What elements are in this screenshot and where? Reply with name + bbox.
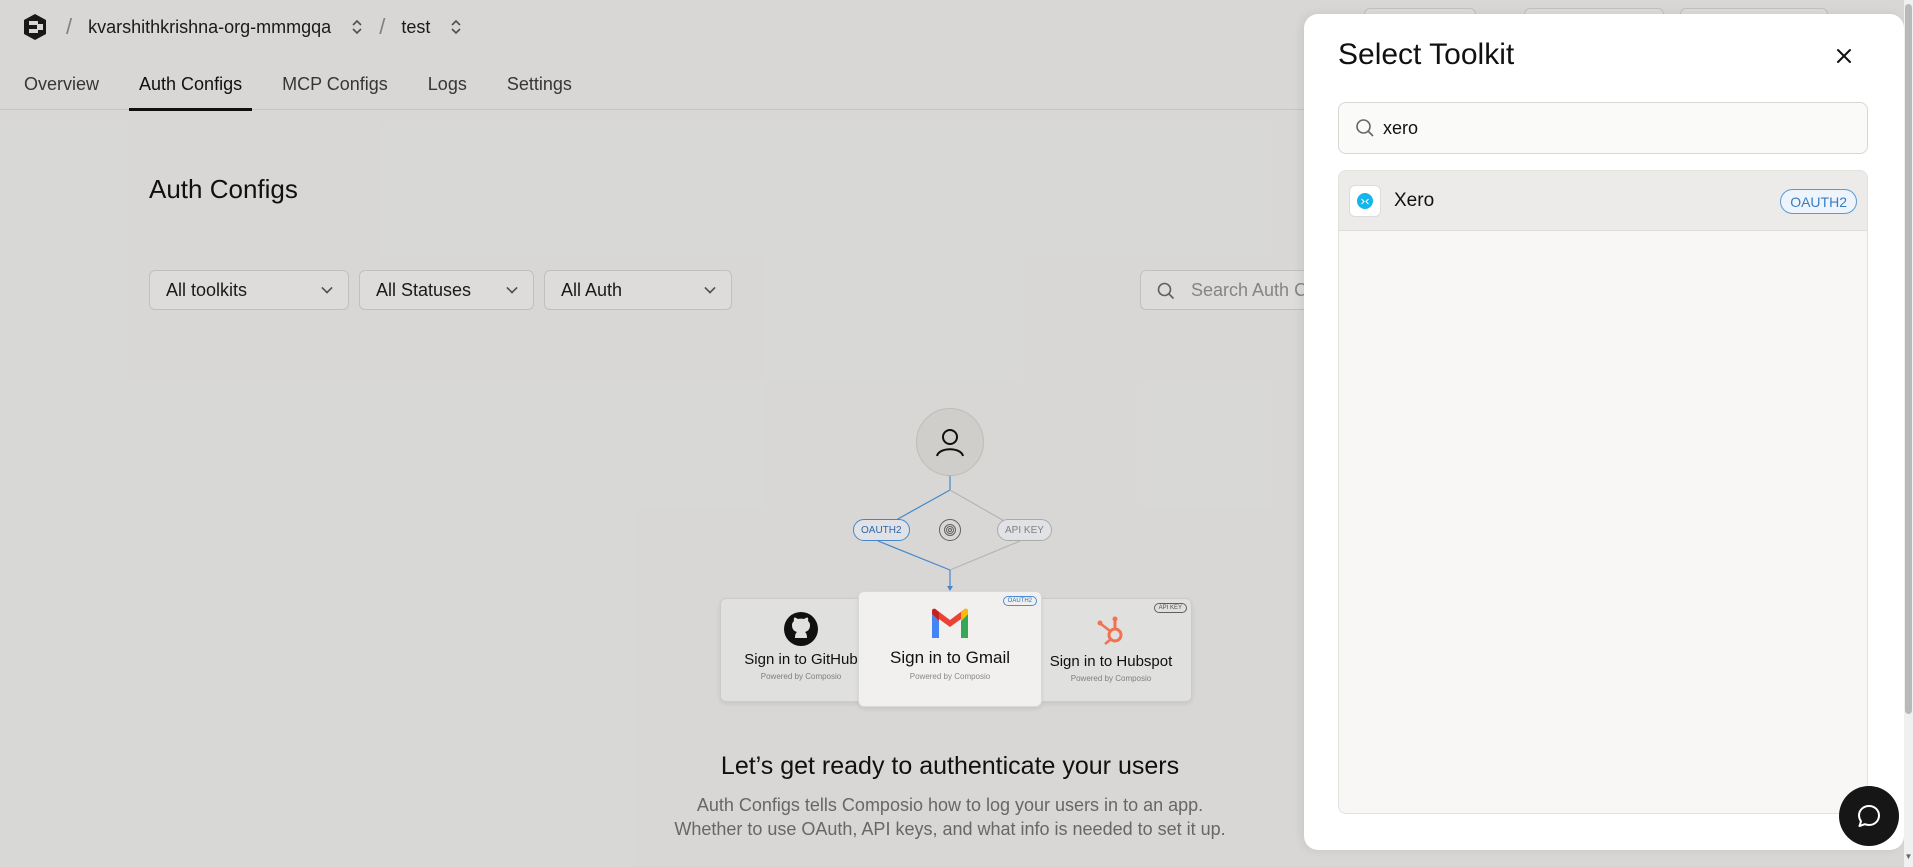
- scrollbar-thumb[interactable]: [1905, 4, 1912, 714]
- select-toolkit-drawer: Select Toolkit Xero OAUTH2: [1304, 14, 1904, 850]
- xero-logo-icon: [1349, 185, 1381, 217]
- toolkit-search-input[interactable]: [1383, 113, 1853, 143]
- toolkit-search-field[interactable]: [1338, 102, 1868, 154]
- search-icon: [1355, 118, 1375, 143]
- chat-support-button[interactable]: [1839, 786, 1899, 846]
- scroll-down-arrow-icon[interactable]: ▼: [1904, 852, 1913, 864]
- close-icon: [1837, 49, 1851, 63]
- powered-by-label: Powered by Composio: [909, 672, 991, 681]
- chat-bubble-icon: [1858, 805, 1880, 827]
- auth-type-badge: OAUTH2: [1780, 189, 1857, 214]
- close-button[interactable]: [1830, 42, 1858, 70]
- toolkit-name: Xero: [1394, 190, 1435, 211]
- gmail-signin-card: OAUTH2 Sign in to Gmail Powered by Compo…: [858, 591, 1042, 707]
- drawer-title: Select Toolkit: [1338, 38, 1515, 71]
- gmail-oauth-badge: OAUTH2: [1002, 596, 1037, 606]
- gmail-signin-title: Sign in to Gmail: [890, 648, 1010, 667]
- toolkit-results-list: Xero OAUTH2: [1338, 170, 1868, 814]
- toolkit-result-row[interactable]: Xero OAUTH2: [1339, 171, 1867, 231]
- gmail-icon: [859, 608, 1041, 648]
